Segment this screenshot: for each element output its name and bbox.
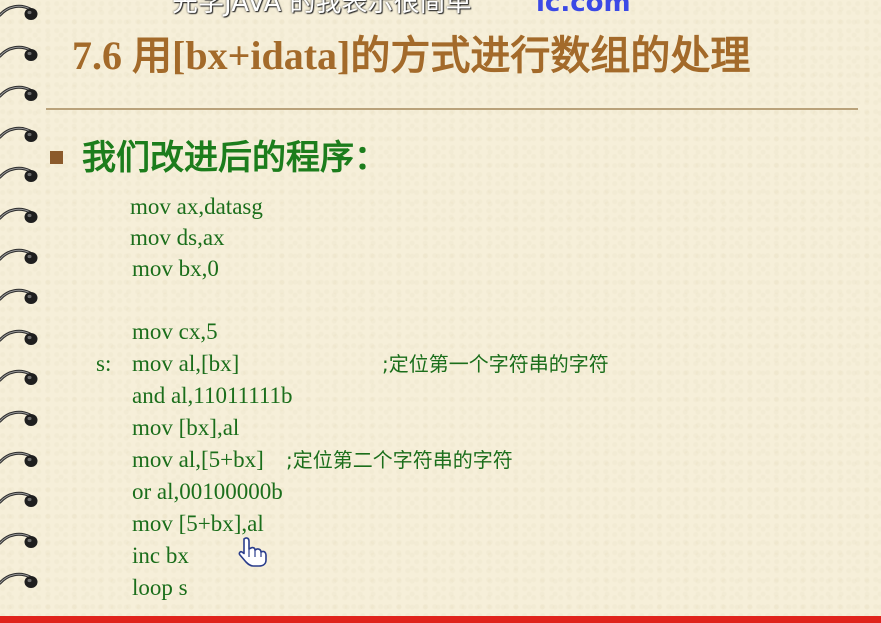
spiral-ring-icon (0, 573, 38, 589)
code-line: inc bx (132, 543, 189, 568)
spiral-ring-icon (0, 207, 38, 223)
spiral-ring-icon (0, 329, 38, 345)
spiral-ring-icon (0, 410, 38, 426)
title-divider (46, 108, 858, 110)
hand-pointer-icon (238, 537, 267, 567)
spiral-ring-icon (0, 4, 38, 20)
code-line: or al,00100000b (132, 479, 283, 504)
code-comment: ;定位第一个字符串的字符 (382, 352, 609, 376)
bullet-square-icon (50, 151, 63, 164)
spiral-ring-icon (0, 248, 38, 264)
spiral-ring-icon (0, 45, 38, 61)
code-line: mov al,[bx] (132, 351, 240, 376)
spiral-ring-icon (0, 492, 38, 508)
code-line: mov [bx],al (132, 415, 240, 440)
code-line: mov bx,0 (132, 256, 219, 281)
spiral-binding (0, 0, 44, 623)
spiral-ring-icon (0, 126, 38, 142)
spiral-ring-icon (0, 167, 38, 183)
code-line: and al,11011111b (132, 383, 293, 408)
spiral-ring-icon (0, 289, 38, 305)
bottom-red-bar (0, 616, 881, 623)
spiral-ring-icon (0, 370, 38, 386)
spiral-ring-icon (0, 86, 38, 102)
overlay-watermark-url: ic.com (536, 0, 631, 18)
slide-heading: 我们改进后的程序： (82, 138, 388, 178)
code-label: s: (96, 351, 112, 376)
code-line: mov ax,datasg (130, 194, 263, 219)
code-line: loop s (132, 575, 188, 600)
code-line: mov al,[5+bx] (132, 447, 264, 472)
slide-title: 7.6 用[bx+idata]的方式进行数组的处理 (72, 33, 751, 78)
code-comment: ;定位第二个字符串的字符 (286, 448, 513, 472)
spiral-ring-icon (0, 451, 38, 467)
presentation-slide: 先学JAVA 的我表示很简单 ic.com 7.6 用[bx+idata]的方式… (0, 0, 881, 623)
code-line: mov cx,5 (132, 319, 218, 344)
spiral-ring-icon (0, 532, 38, 548)
code-line: mov ds,ax (130, 225, 225, 250)
